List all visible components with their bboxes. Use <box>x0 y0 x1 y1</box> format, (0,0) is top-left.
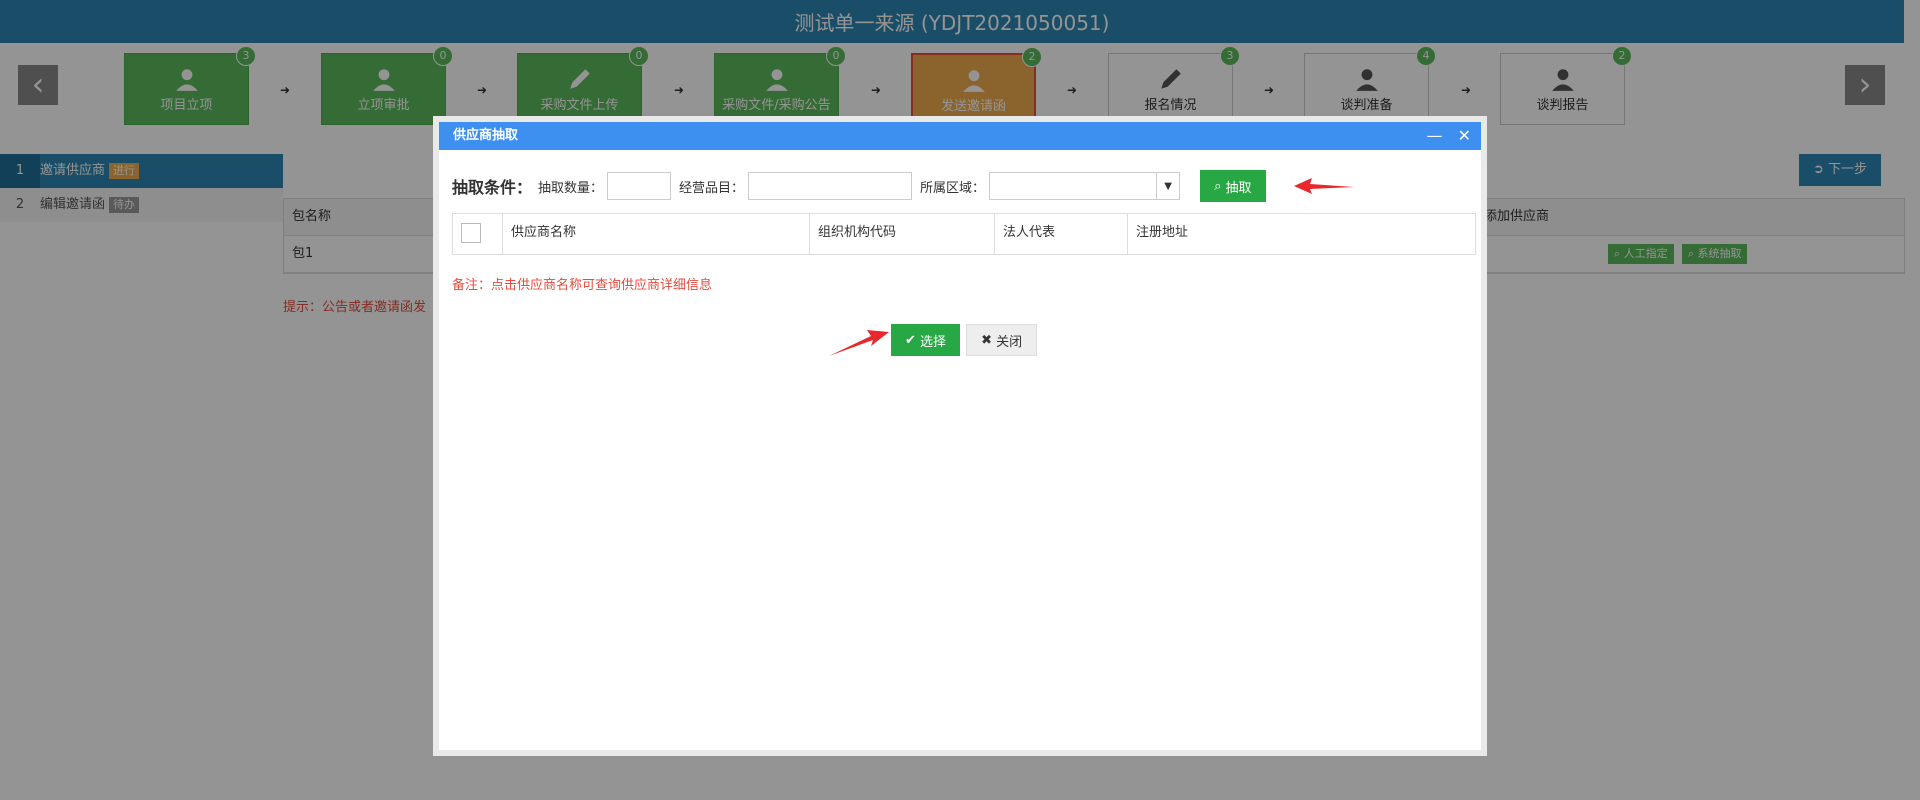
category-label: 经营品目： <box>679 180 745 196</box>
supplier-table-header: 供应商名称 组织机构代码 法人代表 注册地址 <box>452 213 1476 255</box>
search-icon: ⌕ <box>1214 178 1222 194</box>
close-icon[interactable]: ✕ <box>1458 126 1471 145</box>
annotation-arrow-icon <box>829 330 889 356</box>
qty-label: 抽取数量： <box>538 180 604 196</box>
conditions-title: 抽取条件： <box>452 178 533 197</box>
chevron-down-icon[interactable]: ▼ <box>1156 172 1181 200</box>
col-supplier-name: 供应商名称 <box>503 214 810 254</box>
extract-button[interactable]: ⌕ 抽取 <box>1200 170 1266 202</box>
note-text: 备注：点击供应商名称可查询供应商详细信息 <box>452 278 713 293</box>
check-icon: ✔ <box>905 332 916 348</box>
col-legal-rep: 法人代表 <box>995 214 1128 254</box>
close-icon: ✖ <box>981 332 992 348</box>
dialog-title: 供应商抽取 <box>453 128 519 143</box>
dialog-header: 供应商抽取 — ✕ <box>439 122 1481 150</box>
region-input[interactable] <box>989 172 1158 200</box>
select-button[interactable]: ✔ 选择 <box>891 324 961 356</box>
col-org-code: 组织机构代码 <box>810 214 995 254</box>
region-label: 所属区域： <box>920 180 986 196</box>
supplier-extract-dialog: 供应商抽取 — ✕ 抽取条件： 抽取数量： 经营品目： 所属区域： ▼ ⌕ 抽取… <box>433 116 1487 756</box>
dialog-actions: ✔ 选择 ✖ 关闭 <box>891 324 1038 356</box>
col-address: 注册地址 <box>1136 225 1189 240</box>
qty-input[interactable] <box>607 172 672 200</box>
minimize-icon[interactable]: — <box>1427 126 1443 145</box>
extract-conditions: 抽取条件： 抽取数量： 经营品目： 所属区域： ▼ ⌕ 抽取 <box>452 170 1266 202</box>
close-button[interactable]: ✖ 关闭 <box>966 324 1038 356</box>
annotation-arrow-icon <box>1294 178 1354 194</box>
category-input[interactable] <box>748 172 913 200</box>
select-all-checkbox[interactable] <box>461 222 481 243</box>
